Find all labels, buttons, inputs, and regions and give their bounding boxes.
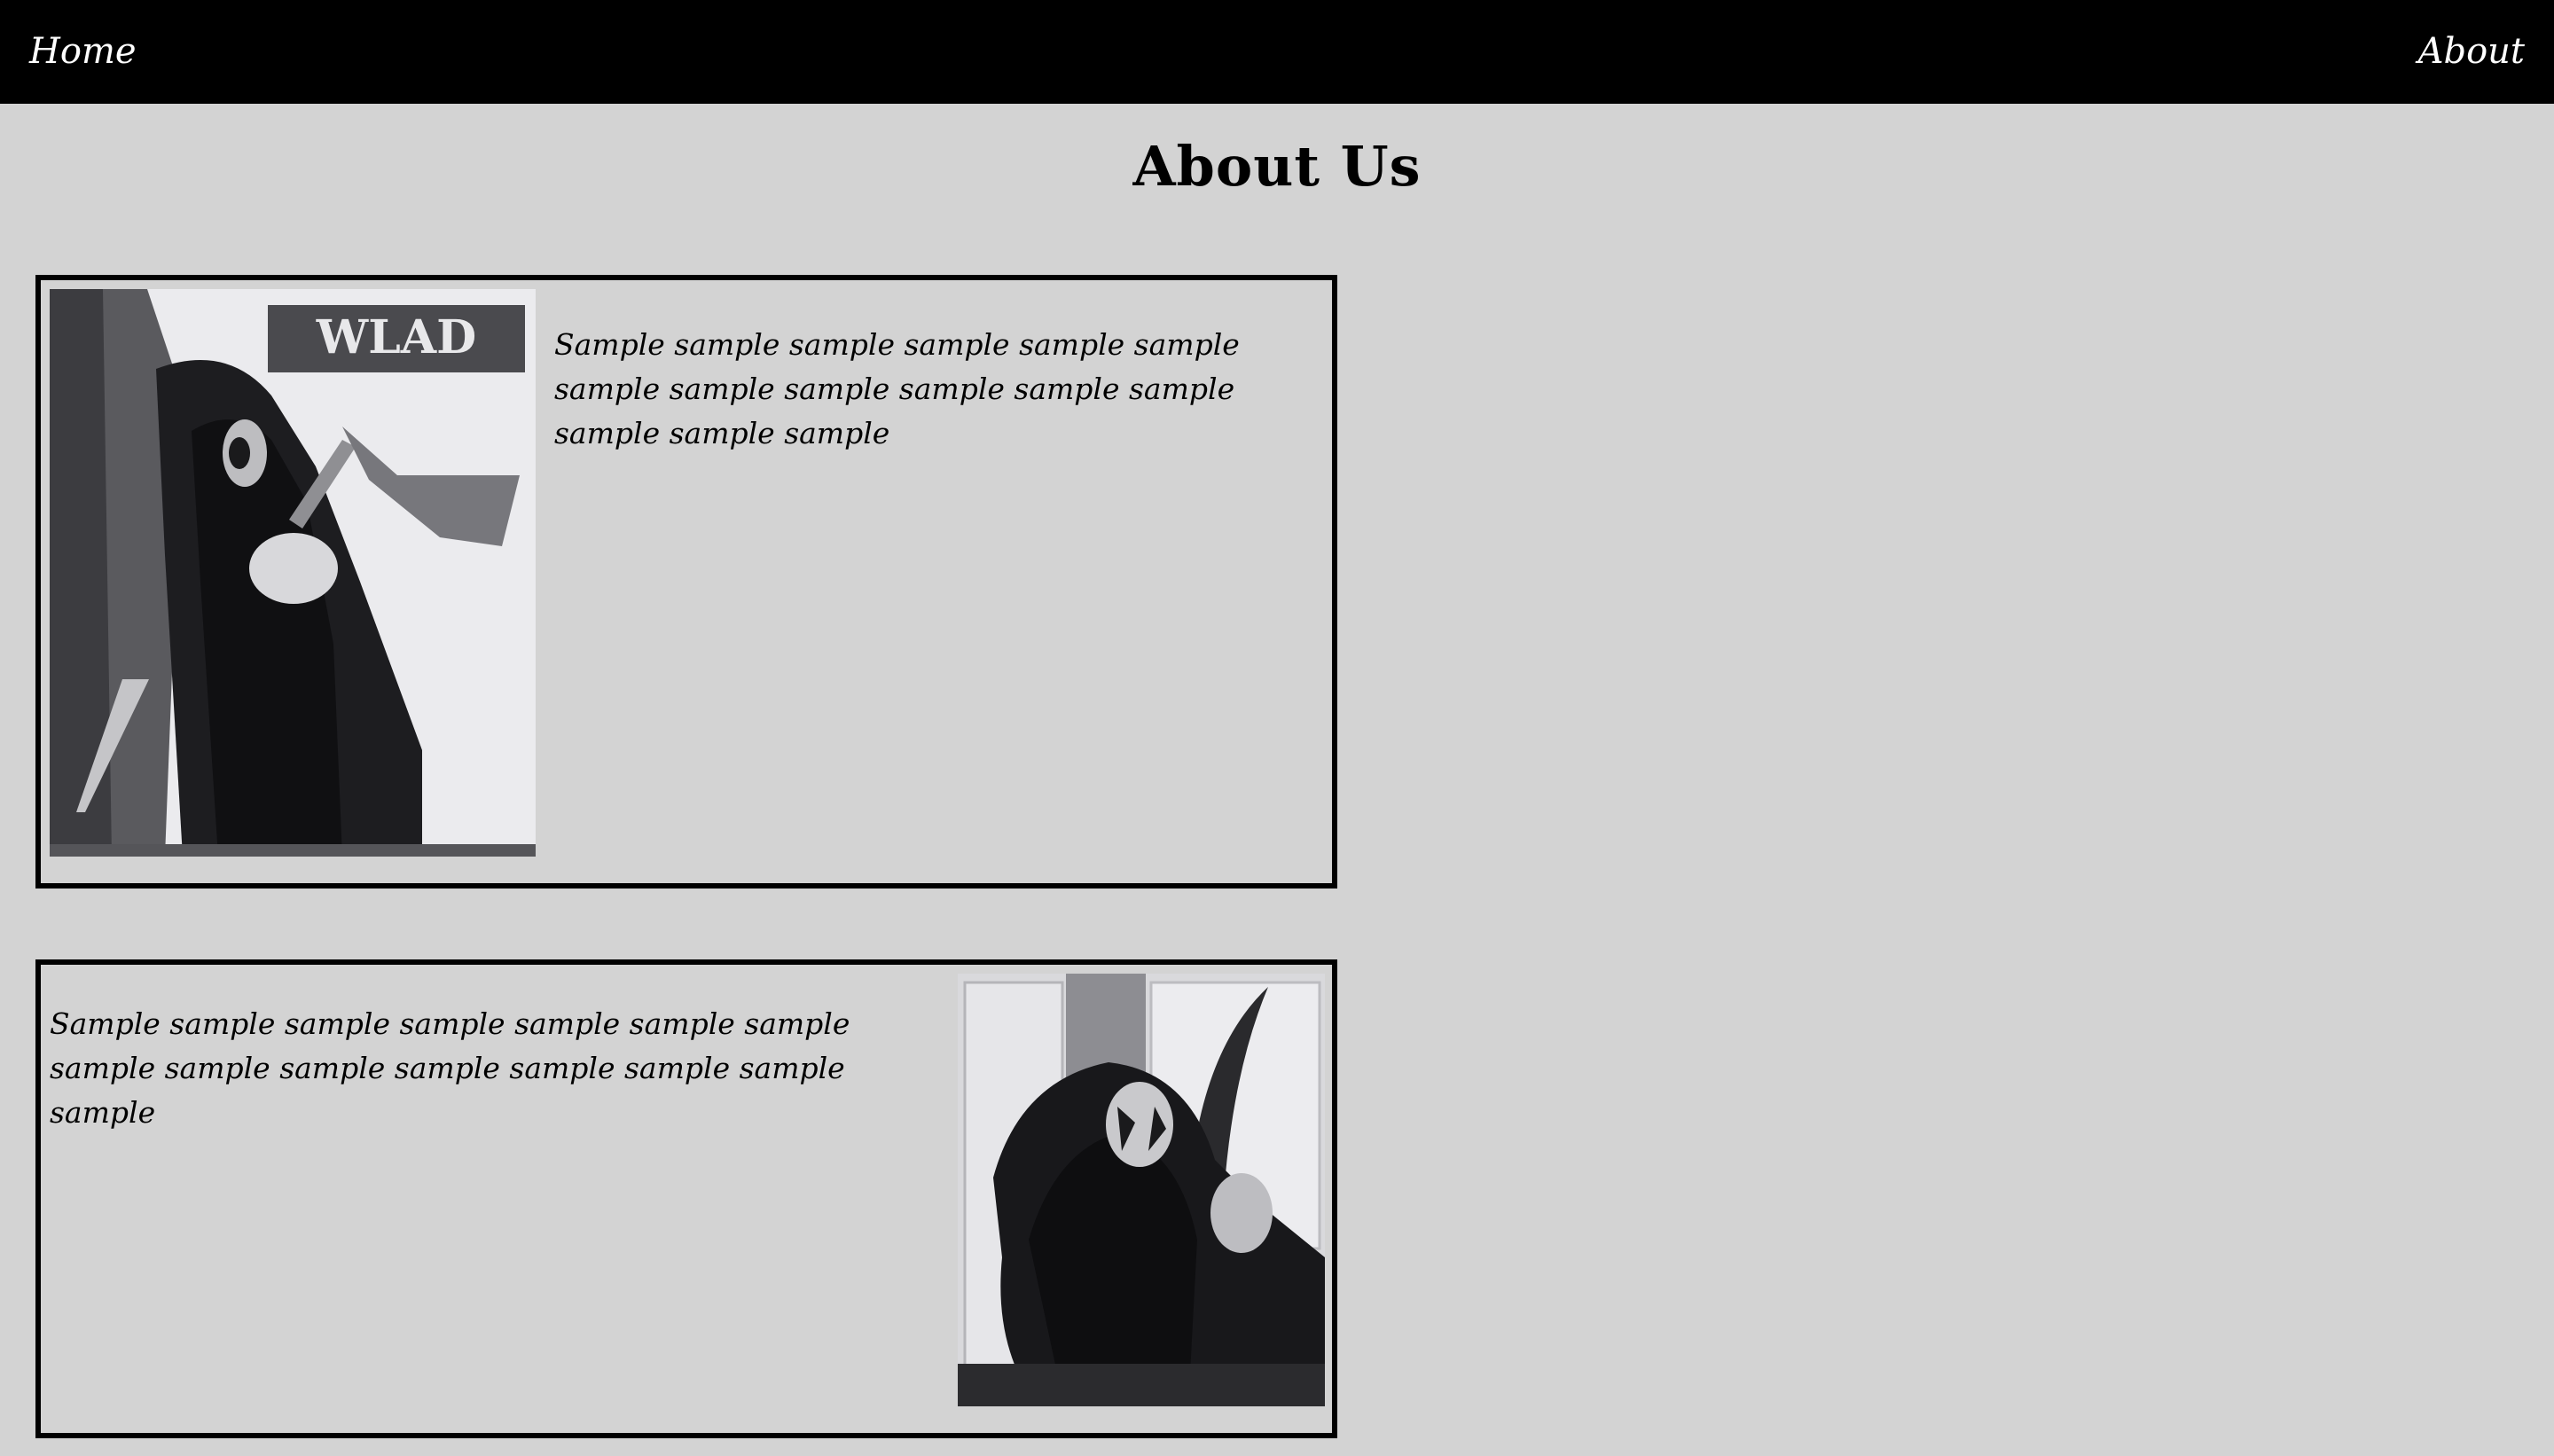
wlad-logo-lettering: WLAD [316, 310, 476, 364]
about-card-1: WLAD Sample sample sample sample sample … [35, 275, 1337, 888]
about-card-2: Sample sample sample sample sample sampl… [35, 959, 1337, 1438]
band-photo-axe: WLAD [50, 289, 536, 857]
band-photo-horn-graphic [958, 974, 1325, 1406]
band-photo-axe-graphic: WLAD [50, 289, 536, 857]
nav-about-link[interactable]: About [2418, 25, 2525, 78]
page-title: About Us [1132, 134, 1422, 199]
section-2-text: Sample sample sample sample sample sampl… [50, 1006, 850, 1130]
band-photo-horn [958, 974, 1325, 1406]
section-1-text: Sample sample sample sample sample sampl… [554, 327, 1240, 450]
top-navbar: Home About [0, 0, 2554, 104]
nav-home-link[interactable]: Home [29, 25, 137, 78]
